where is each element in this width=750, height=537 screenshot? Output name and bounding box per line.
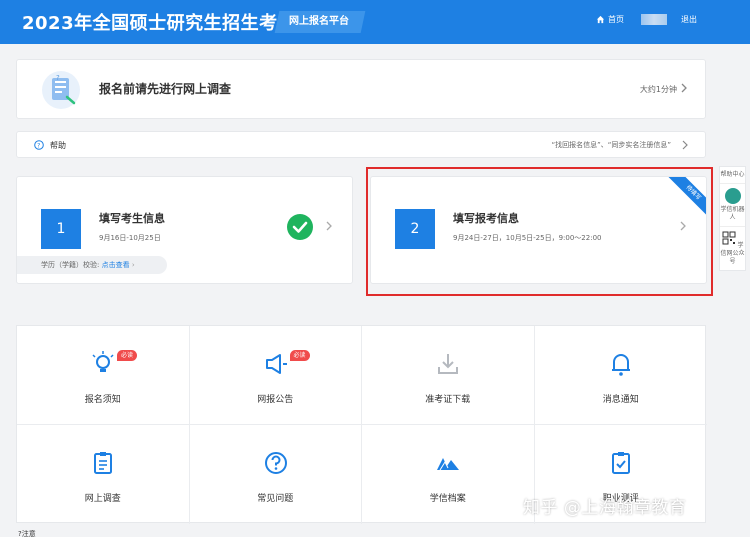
- grid-item-notice[interactable]: 必读 报名须知: [17, 326, 190, 425]
- grid-item-messages[interactable]: 消息通知: [534, 326, 707, 425]
- survey-banner[interactable]: ? 报名前请先进行网上调查 大约1分钟: [16, 59, 706, 119]
- download-icon: [438, 354, 458, 374]
- verify-link[interactable]: 点击查看: [102, 261, 130, 269]
- page-title: 2023年全国硕士研究生招生考试: [22, 13, 297, 34]
- grid-label: 学信档案: [429, 494, 466, 504]
- logout-link[interactable]: 退出: [681, 14, 697, 25]
- grid-label: 消息通知: [602, 395, 639, 405]
- step-number: 1: [41, 209, 81, 249]
- home-link[interactable]: 首页: [596, 14, 624, 25]
- checklist-icon: [611, 452, 630, 474]
- bell-icon: [611, 354, 630, 376]
- education-verify: 学历（学籍）校验: 点击查看 ›: [17, 256, 167, 274]
- help-links[interactable]: “找回报名信息”、“同步实名注册信息”: [551, 140, 671, 150]
- survey-illustration-icon: ?: [42, 71, 80, 109]
- chevron-right-icon: [682, 140, 688, 150]
- help-icon: ?: [34, 140, 44, 150]
- home-label: 首页: [608, 15, 624, 24]
- grid-item-survey[interactable]: 网上调查: [17, 425, 190, 524]
- archive-icon: [437, 458, 459, 471]
- platform-tab[interactable]: 网上报名平台: [274, 11, 366, 33]
- survey-time: 大约1分钟: [639, 85, 677, 94]
- step-date: 9月16日-10月25日: [99, 234, 161, 242]
- robot-icon: [724, 188, 741, 204]
- chevron-right-icon: [326, 221, 332, 231]
- svg-text:?: ?: [56, 74, 60, 82]
- svg-text:?: ?: [37, 142, 40, 149]
- verify-label: 学历（学籍）校验:: [41, 261, 100, 269]
- highlight-box: [366, 167, 713, 296]
- grid-item-announcement[interactable]: 必读 网报公告: [189, 326, 362, 425]
- side-toolbar: 帮助中心 学信机器人 学信网公众号: [719, 166, 746, 271]
- clipboard-icon: [94, 452, 112, 474]
- home-icon: [596, 15, 605, 24]
- watermark: 知乎 @上海翰章教育: [523, 498, 687, 518]
- chevron-right-icon: [681, 83, 687, 93]
- survey-title: 报名前请先进行网上调查: [99, 82, 232, 96]
- grid-label: 网上调查: [84, 494, 121, 504]
- must-read-badge: 必读: [117, 350, 138, 361]
- grid-label: 报名须知: [84, 395, 121, 405]
- side-robot[interactable]: 学信机器人: [720, 184, 745, 227]
- grid-label: 准考证下载: [425, 395, 471, 405]
- step-card-candidate-info[interactable]: 1 填写考生信息 9月16日-10月25日 学历（学籍）校验: 点击查看 ›: [16, 176, 353, 284]
- wechat-label: 学信网公众号: [720, 242, 745, 265]
- completed-check-icon: [287, 214, 313, 240]
- grid-item-archive[interactable]: 学信档案: [362, 425, 535, 524]
- side-wechat[interactable]: 学信网公众号: [720, 227, 745, 270]
- grid-item-faq[interactable]: 常见问题: [190, 425, 362, 524]
- must-read-badge: 必读: [289, 350, 310, 361]
- robot-label: 学信机器人: [720, 206, 745, 221]
- platform-label: 网上报名平台: [289, 16, 349, 27]
- question-icon: [264, 452, 287, 474]
- side-help-center[interactable]: 帮助中心: [720, 167, 745, 184]
- grid-label: 常见问题: [257, 494, 294, 504]
- top-header: 2023年全国硕士研究生招生考试 网上报名平台 首页 退出: [0, 0, 750, 44]
- qr-code-icon: [722, 231, 736, 245]
- help-bar[interactable]: ? 帮助 “找回报名信息”、“同步实名注册信息”: [16, 131, 706, 158]
- grid-item-admission-download[interactable]: 准考证下载: [362, 326, 535, 425]
- footer-fragment: ?注意: [18, 530, 36, 537]
- step-title: 填写考生信息: [99, 212, 165, 225]
- bulb-icon: [92, 351, 114, 372]
- username-blurred: [641, 14, 667, 25]
- help-label: 帮助: [50, 141, 66, 150]
- grid-label: 网报公告: [257, 395, 294, 405]
- megaphone-icon: [265, 354, 287, 374]
